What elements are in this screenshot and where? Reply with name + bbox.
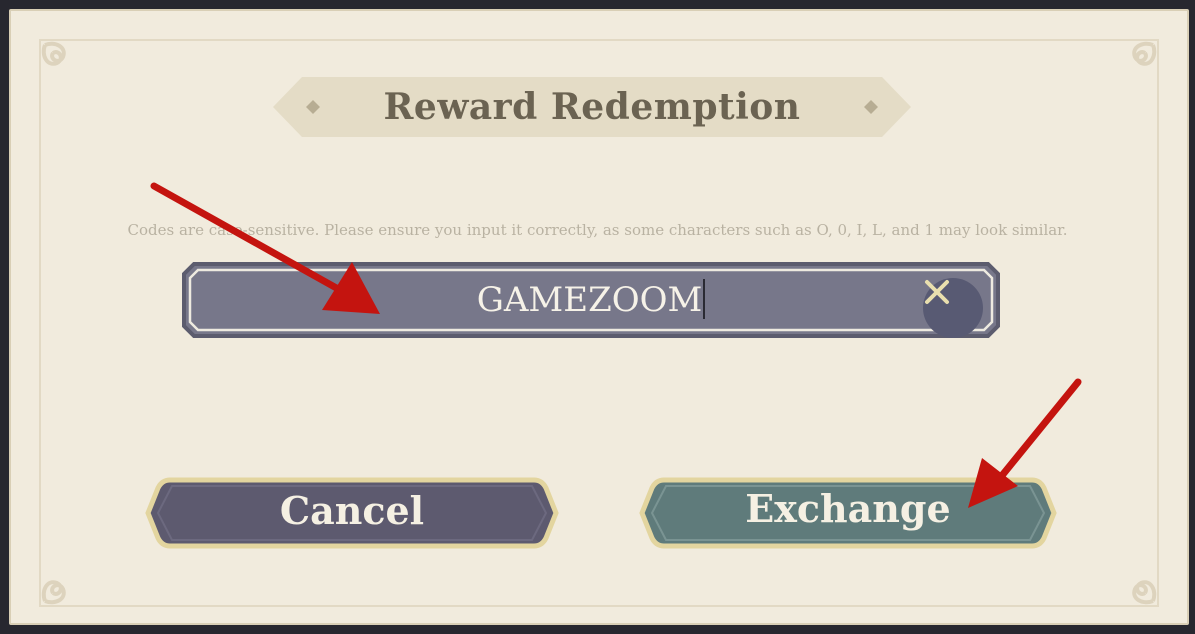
case-sensitivity-hint: Codes are case-sensitive. Please ensure … bbox=[127, 221, 1068, 239]
corner-ornament-icon bbox=[1101, 549, 1161, 609]
cancel-button-label: Cancel bbox=[279, 488, 425, 533]
cancel-button[interactable]: Cancel bbox=[142, 474, 562, 552]
code-input-value[interactable]: GAMEZOOM bbox=[176, 254, 1006, 346]
exchange-button-label: Exchange bbox=[745, 486, 951, 531]
exchange-button[interactable]: Exchange bbox=[636, 474, 1060, 552]
close-x-icon bbox=[925, 280, 949, 304]
code-text: GAMEZOOM bbox=[476, 280, 703, 320]
title-banner: Reward Redemption bbox=[272, 76, 912, 138]
dialog-title: Reward Redemption bbox=[383, 86, 801, 128]
redemption-code-input[interactable]: GAMEZOOM bbox=[176, 254, 1006, 346]
text-caret bbox=[703, 279, 706, 319]
corner-ornament-icon bbox=[37, 549, 97, 609]
corner-ornament-icon bbox=[1101, 37, 1161, 97]
clear-input-button[interactable] bbox=[923, 278, 983, 338]
corner-ornament-icon bbox=[37, 37, 97, 97]
